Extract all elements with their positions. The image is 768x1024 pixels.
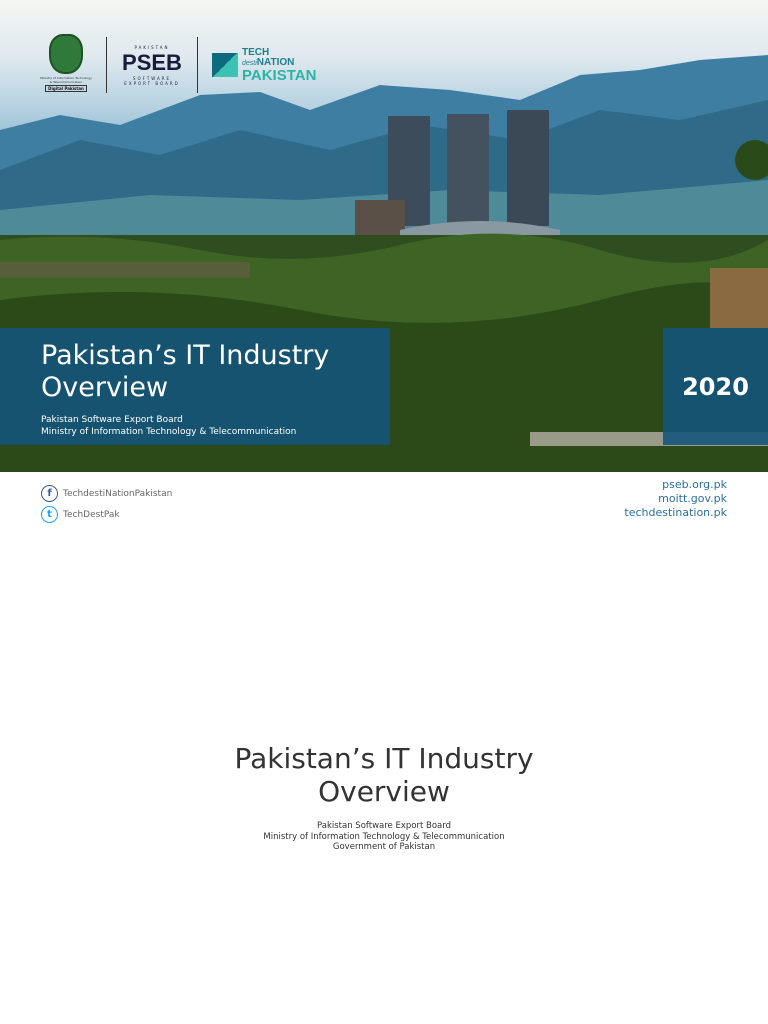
tech-destination-logo: TECH destiNATION PAKISTAN — [212, 47, 317, 84]
pseb-bottom-text: SOFTWARE EXPORT BOARD — [124, 75, 180, 86]
facebook-link[interactable]: f TechdestiNationPakistan — [41, 483, 172, 504]
banner-org-pseb: Pakistan Software Export Board — [41, 415, 183, 425]
cover-title: Pakistan’s IT Industry Overview — [41, 340, 330, 403]
publisher-line: Pakistan Software Export Board — [317, 821, 451, 831]
website-links: pseb.org.pk moitt.gov.pk techdestination… — [624, 478, 727, 520]
divider — [197, 37, 198, 93]
ministry-line: Ministry of Information Technology & Tel… — [263, 831, 505, 842]
link-techdestination[interactable]: techdestination.pk — [624, 506, 727, 520]
pseb-logo: PAKISTAN PSEB SOFTWARE EXPORT BOARD — [121, 45, 183, 86]
link-pseb[interactable]: pseb.org.pk — [624, 478, 727, 492]
banner-org-ministry: Ministry of Information Technology & Tel… — [41, 427, 297, 437]
pakistan-text: PAKISTAN — [242, 66, 317, 84]
government-line: Government of Pakistan — [332, 842, 436, 852]
link-moitt[interactable]: moitt.gov.pk — [624, 492, 727, 506]
year-banner: 2020 — [663, 328, 768, 445]
pseb-name: PSEB — [122, 49, 182, 75]
desti-text: desti — [242, 59, 257, 67]
main-title: Pakistan’s IT Industry Overview — [234, 742, 534, 808]
pakistan-emblem-logo: Ministry of Information Technology & Tel… — [40, 34, 92, 96]
facebook-handle: TechdestiNationPakistan — [63, 488, 173, 499]
divider — [106, 37, 107, 93]
tech-destination-mark-icon — [212, 53, 238, 77]
social-links: f TechdestiNationPakistan t TechDestPak — [41, 483, 172, 525]
digital-pakistan-tag: Digital Pakistan — [45, 85, 87, 92]
twitter-icon: t — [41, 506, 58, 523]
year-label: 2020 — [682, 372, 749, 401]
ministry-caption: Ministry of Information Technology & Tel… — [40, 76, 92, 84]
title-banner: Pakistan’s IT Industry Overview Pakistan … — [0, 328, 390, 445]
nation-text: NATION — [256, 56, 295, 68]
twitter-handle: TechDestPak — [63, 509, 120, 520]
partner-logos: Ministry of Information Technology & Tel… — [40, 34, 316, 96]
facebook-icon: f — [41, 485, 58, 502]
title-page: Pakistan’s IT Industry Overview Pakistan … — [0, 742, 768, 853]
twitter-link[interactable]: t TechDestPak — [41, 504, 172, 525]
